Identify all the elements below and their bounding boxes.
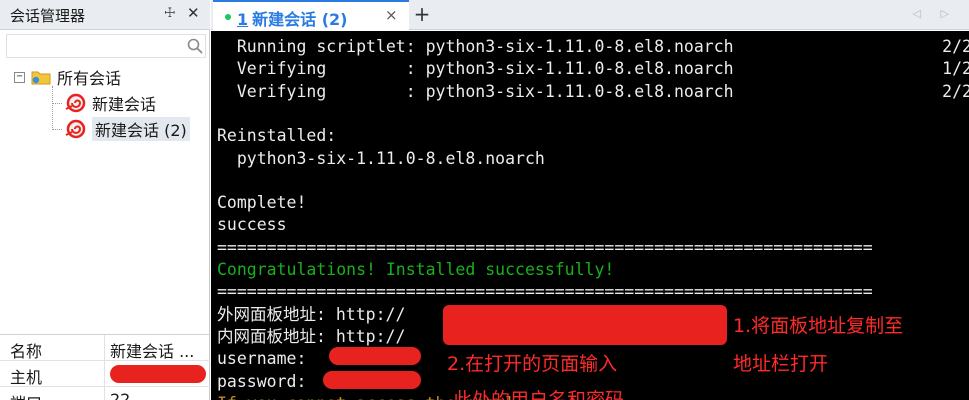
- annotation-step-2-cont: 此处的用户名和密码: [453, 389, 625, 400]
- tree-item-label: 新建会话: [92, 95, 157, 114]
- column-divider: [104, 361, 105, 387]
- tab-scroll-arrows-icon[interactable]: ◁ ▷: [913, 7, 957, 20]
- property-key: 端口: [10, 390, 42, 400]
- terminal-line: ========================================…: [217, 237, 873, 257]
- username-redaction-mark: [329, 347, 421, 365]
- session-tab-bar: 1 新建会话 (2) × + ◁ ▷: [211, 0, 969, 30]
- tree-connector: [52, 103, 62, 104]
- property-key: 主机: [10, 368, 43, 387]
- session-manager-panel: 会话管理器 ☩ ✕ − 所有会话 新建会话 新建会话 (2) 名称 新建会话 .…: [0, 0, 210, 400]
- annotation-step-2: 2.在打开的页面输入: [447, 353, 618, 375]
- close-icon[interactable]: ✕: [187, 4, 200, 22]
- session-icon: [65, 119, 86, 139]
- property-row: 主机: [0, 361, 210, 387]
- host-redaction-mark: [110, 365, 206, 383]
- property-row: 端口 22: [0, 387, 210, 400]
- tree-item-label: 新建会话 (2): [92, 117, 190, 141]
- terminal-line: 内网面板地址: http://: [217, 326, 406, 346]
- terminal-line: Verifying : python3-six-1.11.0-8.el8.noa…: [217, 59, 969, 79]
- new-tab-button[interactable]: +: [410, 0, 434, 30]
- terminal-line: 外网面板地址: http://: [217, 304, 406, 324]
- session-properties-table: 名称 新建会话 ... 主机 端口 22: [0, 334, 210, 400]
- search-icon[interactable]: [187, 38, 203, 54]
- annotation-step-1: 1.将面板地址复制至: [733, 315, 904, 337]
- tree-connector: [52, 86, 53, 130]
- tab-index: 1: [237, 10, 249, 29]
- tab-session-active[interactable]: 1 新建会话 (2) ×: [213, 0, 409, 30]
- folder-icon: [31, 71, 51, 85]
- session-icon: [65, 93, 86, 113]
- collapse-icon[interactable]: −: [14, 71, 25, 83]
- session-search-input[interactable]: [6, 34, 206, 58]
- column-divider: [104, 387, 105, 400]
- terminal-output[interactable]: Running scriptlet: python3-six-1.11.0-8.…: [211, 31, 969, 400]
- terminal-line: Complete!: [217, 193, 307, 213]
- terminal-line: Congratulations! Installed successfully!: [217, 260, 615, 279]
- terminal-line: python3-six-1.11.0-8.el8.noarch: [217, 148, 545, 168]
- property-row: 名称 新建会话 ...: [0, 335, 210, 361]
- close-tab-icon[interactable]: ×: [385, 6, 398, 24]
- tab-label: 1 新建会话 (2): [237, 6, 347, 30]
- tree-item-session[interactable]: 新建会话: [64, 91, 156, 115]
- terminal-line: username:: [217, 349, 307, 369]
- property-key: 名称: [10, 342, 43, 361]
- connected-status-dot: [225, 14, 231, 20]
- terminal-line: Running scriptlet: python3-six-1.11.0-8.…: [217, 37, 969, 56]
- tree-item-session-selected[interactable]: 新建会话 (2): [64, 117, 190, 141]
- property-value: 新建会话 ...: [110, 342, 195, 361]
- terminal-line: password:: [217, 371, 307, 391]
- session-manager-header: 会话管理器 ☩ ✕: [0, 0, 210, 30]
- pin-icon[interactable]: ☩: [164, 6, 176, 21]
- session-manager-title: 会话管理器: [10, 7, 86, 25]
- tree-connector: [52, 129, 62, 130]
- terminal-line: success: [217, 215, 287, 235]
- annotation-step-1-cont: 地址栏打开: [733, 353, 829, 375]
- terminal-line: Reinstalled:: [217, 126, 337, 146]
- terminal-line: Verifying : python3-six-1.11.0-8.el8.noa…: [217, 81, 969, 101]
- password-redaction-mark: [323, 371, 421, 389]
- property-value: 22: [110, 390, 131, 400]
- terminal-line: ========================================…: [217, 282, 873, 302]
- tree-root-label: 所有会话: [57, 69, 122, 88]
- panel-address-redaction-mark: [443, 305, 727, 345]
- tree-root-all-sessions[interactable]: − 所有会话: [14, 65, 121, 89]
- tab-title: 新建会话 (2): [252, 10, 348, 29]
- column-divider[interactable]: [104, 335, 105, 361]
